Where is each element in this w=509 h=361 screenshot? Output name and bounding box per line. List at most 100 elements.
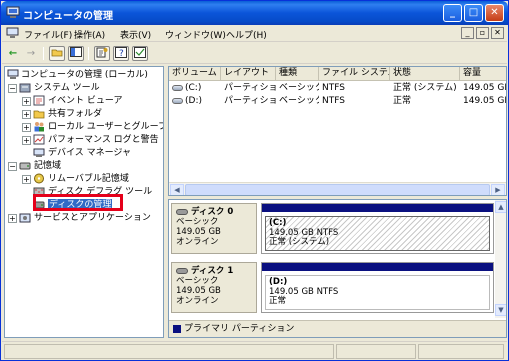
partition-body: (C:) 149.05 GB NTFS 正常 (システム) <box>265 216 490 251</box>
window: コンピュータの管理 _ □ ✕ ファイル(F) 操作(A) 表示(V) ウィンド… <box>0 0 509 361</box>
partition-bar <box>262 204 493 212</box>
performance-icon <box>33 134 45 145</box>
menu-action[interactable]: 操作(A) <box>74 28 105 41</box>
expand-toggle[interactable]: + <box>8 214 17 223</box>
status-bar <box>2 341 507 360</box>
partition-bar <box>262 263 493 271</box>
status-cell <box>336 344 416 359</box>
toolbar-separator <box>88 47 89 60</box>
close-button[interactable]: ✕ <box>485 4 504 22</box>
disk-name: ディスク 1 <box>191 266 234 276</box>
volume-list-header: ボリューム レイアウト 種類 ファイル システム 状態 容量 <box>169 67 506 81</box>
show-hide-tree-icon[interactable] <box>68 46 84 61</box>
column-header-type[interactable]: 種類 <box>276 67 319 81</box>
help-icon[interactable]: ? <box>113 46 129 61</box>
maximize-button[interactable]: □ <box>464 4 483 22</box>
expand-toggle[interactable]: + <box>22 110 31 119</box>
table-row[interactable]: (C:) パーティション ベーシック NTFS 正常 (システム) 149.05… <box>169 82 506 94</box>
filesystem-cell: NTFS <box>322 83 345 93</box>
column-header-volume[interactable]: ボリューム <box>169 67 221 81</box>
menu-file[interactable]: ファイル(F) <box>24 28 72 41</box>
expand-toggle[interactable]: + <box>22 136 31 145</box>
forward-button[interactable]: → <box>23 46 39 61</box>
computer-icon <box>7 69 19 80</box>
disk-status: オンライン <box>176 296 219 306</box>
legend: プライマリ パーティション <box>169 320 506 337</box>
expand-toggle[interactable]: + <box>22 97 31 106</box>
back-button[interactable]: ← <box>5 46 21 61</box>
event-viewer-icon <box>33 95 45 106</box>
menu-window[interactable]: ウィンドウ(W) <box>165 28 226 41</box>
partition-c[interactable]: (C:) 149.05 GB NTFS 正常 (システム) <box>261 203 494 254</box>
disk-size: 149.05 GB <box>176 227 221 237</box>
minimize-button[interactable]: _ <box>443 4 462 22</box>
computer-management-icon <box>6 6 20 18</box>
status-cell <box>4 344 334 359</box>
tools-icon <box>19 82 31 93</box>
scroll-thumb[interactable] <box>185 184 490 195</box>
horizontal-scrollbar[interactable]: ◀ ▶ <box>169 182 506 195</box>
menu-help[interactable]: ヘルプ(H) <box>226 28 267 41</box>
doc-close-button[interactable]: ✕ <box>491 27 504 39</box>
scroll-right-icon[interactable]: ▶ <box>491 184 505 195</box>
volume-cell: (D:) <box>169 95 221 107</box>
details-pane: ボリューム レイアウト 種類 ファイル システム 状態 容量 (C:) パーティ… <box>168 66 507 338</box>
view-icon[interactable] <box>132 46 148 61</box>
column-header-status[interactable]: 状態 <box>390 67 460 81</box>
disk-name: ディスク 0 <box>191 207 234 217</box>
primary-partition-swatch <box>173 324 181 333</box>
properties-icon[interactable] <box>94 46 110 61</box>
toolbar-separator <box>43 47 44 60</box>
collapse-toggle[interactable]: − <box>8 162 17 171</box>
app-menu-icon[interactable] <box>6 27 19 39</box>
partition-body: (D:) 149.05 GB NTFS 正常 <box>265 275 490 310</box>
vertical-scrollbar[interactable]: ▲ ▼ <box>495 200 506 318</box>
disk-icon <box>176 208 188 215</box>
expand-toggle[interactable]: + <box>22 123 31 132</box>
scroll-left-icon[interactable]: ◀ <box>170 184 184 195</box>
highlight-box <box>33 194 123 211</box>
disk-status: オンライン <box>176 237 219 247</box>
type-cell: ベーシック <box>279 96 319 106</box>
users-icon <box>33 121 45 132</box>
legend-primary-label: プライマリ パーティション <box>184 324 295 334</box>
column-header-filesystem[interactable]: ファイル システム <box>319 67 390 81</box>
svg-text:?: ? <box>119 49 124 58</box>
capacity-cell: 149.05 GB <box>463 96 507 106</box>
volume-list: ボリューム レイアウト 種類 ファイル システム 状態 容量 (C:) パーティ… <box>168 66 507 196</box>
status-cell: 正常 (システム) <box>393 83 457 93</box>
expand-toggle[interactable]: + <box>22 175 31 184</box>
drive-icon <box>172 84 183 91</box>
disk-0-info[interactable]: ディスク 0 ベーシック 149.05 GB オンライン <box>171 203 257 254</box>
menu-bar: ファイル(F) 操作(A) 表示(V) ウィンドウ(W) ヘルプ(H) _ ▫ … <box>2 25 507 42</box>
device-manager-icon <box>33 147 45 158</box>
menu-view[interactable]: 表示(V) <box>120 28 151 41</box>
doc-minimize-button[interactable]: _ <box>461 27 474 39</box>
scroll-up-icon[interactable]: ▲ <box>495 201 506 213</box>
disk-type: ベーシック <box>176 276 219 286</box>
column-header-layout[interactable]: レイアウト <box>221 67 276 81</box>
table-row[interactable]: (D:) パーティション ベーシック NTFS 正常 149.05 GB <box>169 95 507 107</box>
removable-storage-icon <box>33 173 45 184</box>
toolbar: ← → ? <box>2 43 507 64</box>
filesystem-cell: NTFS <box>322 96 345 106</box>
status-cell <box>418 344 504 359</box>
column-header-capacity[interactable]: 容量 <box>460 67 506 81</box>
title-bar[interactable]: コンピュータの管理 _ □ ✕ <box>1 1 508 25</box>
collapse-toggle[interactable]: − <box>8 84 17 93</box>
services-icon <box>19 212 31 223</box>
volume-cell: (C:) <box>169 82 221 94</box>
disk-graphical-view: ディスク 0 ベーシック 149.05 GB オンライン (C:) 149.05… <box>168 199 507 338</box>
partition-size: 149.05 GB NTFS <box>269 286 339 297</box>
console-tree: コンピュータの管理 (ローカル) − システム ツール + イベント ビューア … <box>4 66 164 338</box>
doc-restore-button[interactable]: ▫ <box>476 27 489 39</box>
partition-d[interactable]: (D:) 149.05 GB NTFS 正常 <box>261 262 494 313</box>
disk-type: ベーシック <box>176 217 219 227</box>
status-cell: 正常 <box>393 96 412 106</box>
layout-cell: パーティション <box>224 96 276 106</box>
disk-size: 149.05 GB <box>176 286 221 296</box>
disk-1-info[interactable]: ディスク 1 ベーシック 149.05 GB オンライン <box>171 262 257 313</box>
partition-state: 正常 (システム) <box>269 237 330 247</box>
up-folder-icon[interactable] <box>49 46 65 61</box>
scroll-down-icon[interactable]: ▼ <box>495 304 506 316</box>
